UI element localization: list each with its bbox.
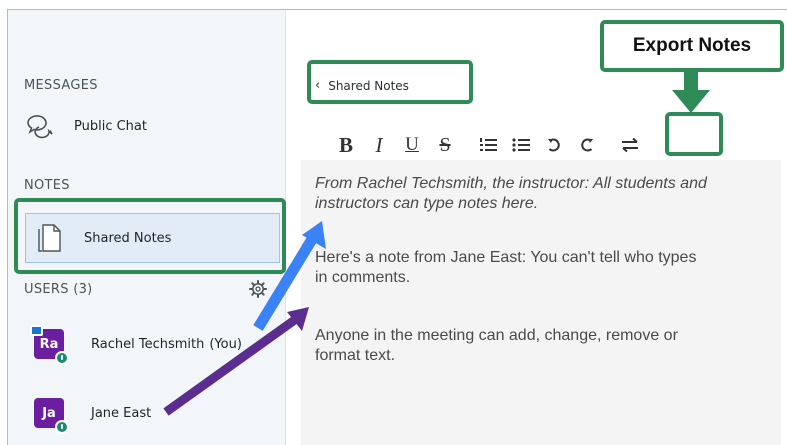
green-arrow <box>672 72 710 113</box>
purple-arrow <box>163 307 309 416</box>
annotation-arrows <box>163 72 710 416</box>
